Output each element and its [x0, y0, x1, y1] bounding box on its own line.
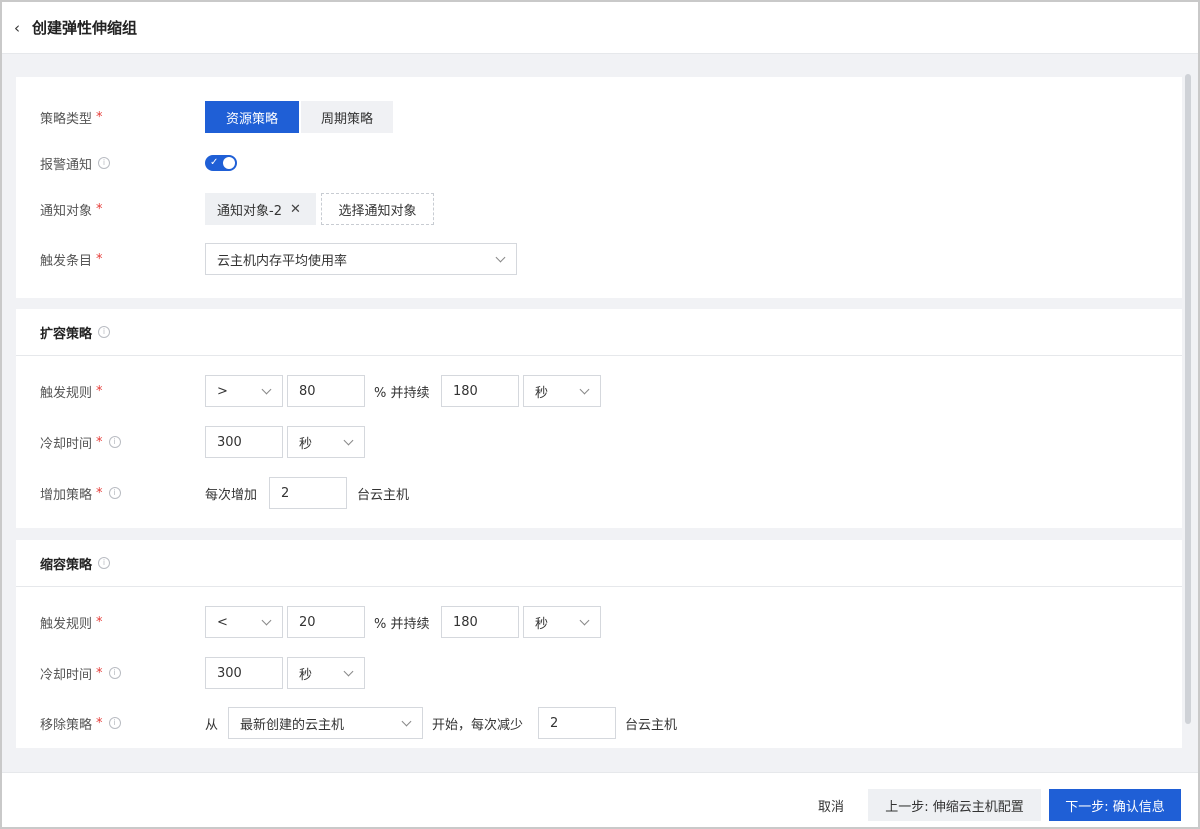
- add-policy-count-input[interactable]: 2: [269, 477, 347, 509]
- info-icon: i: [98, 557, 111, 569]
- chevron-left-icon[interactable]: ‹: [14, 19, 30, 37]
- scale-out-cooldown-label: 冷却时间 * i: [40, 426, 121, 458]
- footer-bar: 取消 上一步: 伸缩云主机配置 下一步: 确认信息: [2, 772, 1198, 827]
- info-icon: i: [98, 157, 111, 169]
- unit-text: % 并持续: [374, 385, 430, 401]
- trigger-item-select[interactable]: 云主机内存平均使用率: [205, 243, 517, 275]
- alert-notify-label: 报警通知 i: [40, 147, 111, 179]
- basic-settings-card: 策略类型 * 资源策略 周期策略 报警通知 i ✓ 通知对象 * 通知对象-2 ✕ 选…: [16, 77, 1182, 298]
- select-notify-target-button[interactable]: 选择通知对象: [321, 193, 434, 225]
- select-value: >: [217, 383, 228, 399]
- chevron-down-icon: [343, 666, 354, 677]
- next-step-button[interactable]: 下一步: 确认信息: [1049, 789, 1181, 821]
- scale-in-cooldown-input[interactable]: 300: [205, 657, 283, 689]
- chevron-down-icon: [579, 615, 590, 626]
- page-header: ‹ 创建弹性伸缩组: [2, 2, 1198, 54]
- chevron-down-icon: [495, 252, 506, 263]
- notify-target-tag: 通知对象-2 ✕: [205, 193, 316, 225]
- tag-label: 通知对象-2: [217, 203, 282, 219]
- scale-out-operator-select[interactable]: >: [205, 375, 283, 407]
- remove-policy-prefix: 从: [205, 717, 219, 733]
- alert-notify-toggle[interactable]: ✓: [205, 155, 237, 171]
- page-title: 创建弹性伸缩组: [32, 19, 138, 37]
- select-value: 秒: [535, 385, 549, 401]
- select-value: 秒: [299, 667, 313, 683]
- scale-in-duration-input[interactable]: 180: [441, 606, 519, 638]
- info-icon: i: [108, 717, 121, 729]
- info-icon: i: [108, 436, 121, 448]
- remove-policy-label: 移除策略 * i: [40, 707, 121, 739]
- scale-in-title: 缩容策略 i: [16, 540, 1182, 587]
- remove-policy-source-select[interactable]: 最新创建的云主机: [228, 707, 423, 739]
- cancel-button[interactable]: 取消: [818, 789, 844, 821]
- scale-in-trigger-label: 触发规则 *: [40, 614, 103, 632]
- scale-out-threshold-input[interactable]: 80: [287, 375, 365, 407]
- select-value: 秒: [535, 616, 549, 632]
- chevron-down-icon: [261, 615, 272, 626]
- prev-step-button[interactable]: 上一步: 伸缩云主机配置: [868, 789, 1041, 821]
- scale-in-cooldown-label: 冷却时间 * i: [40, 657, 121, 689]
- check-icon: ✓: [210, 157, 219, 168]
- scale-in-card: 缩容策略 i 触发规则 * < 20 % 并持续 180 秒 冷却时间 * i 300 …: [16, 540, 1182, 748]
- scale-out-duration-input[interactable]: 180: [441, 375, 519, 407]
- scale-in-duration-unit-select[interactable]: 秒: [523, 606, 601, 638]
- add-policy-label: 增加策略 * i: [40, 477, 121, 509]
- scale-in-threshold-input[interactable]: 20: [287, 606, 365, 638]
- select-value: <: [217, 614, 228, 630]
- scale-in-operator-select[interactable]: <: [205, 606, 283, 638]
- add-policy-suffix: 台云主机: [357, 487, 410, 503]
- add-policy-prefix: 每次增加: [205, 487, 258, 503]
- remove-policy-middle: 开始，每次减少: [432, 717, 524, 733]
- close-icon[interactable]: ✕: [290, 202, 301, 217]
- select-value: 秒: [299, 436, 313, 452]
- info-icon: i: [108, 487, 121, 499]
- scrollbar[interactable]: [1185, 74, 1191, 724]
- info-icon: i: [108, 667, 121, 679]
- chevron-down-icon: [261, 384, 272, 395]
- strategy-type-resource-button[interactable]: 资源策略: [205, 101, 299, 133]
- strategy-type-periodic-button[interactable]: 周期策略: [301, 101, 393, 133]
- remove-policy-count-input[interactable]: 2: [538, 707, 616, 739]
- trigger-item-label: 触发条目 *: [40, 251, 103, 269]
- strategy-type-label: 策略类型 *: [40, 109, 103, 127]
- chevron-down-icon: [401, 716, 412, 727]
- scale-out-duration-unit-select[interactable]: 秒: [523, 375, 601, 407]
- toggle-knob: [223, 157, 235, 169]
- scale-out-cooldown-input[interactable]: 300: [205, 426, 283, 458]
- scale-out-trigger-label: 触发规则 *: [40, 383, 103, 401]
- select-value: 云主机内存平均使用率: [217, 253, 348, 269]
- scale-out-cooldown-unit-select[interactable]: 秒: [287, 426, 365, 458]
- select-value: 最新创建的云主机: [240, 717, 345, 733]
- scale-in-cooldown-unit-select[interactable]: 秒: [287, 657, 365, 689]
- unit-text: % 并持续: [374, 616, 430, 632]
- info-icon: i: [98, 326, 111, 338]
- chevron-down-icon: [579, 384, 590, 395]
- chevron-down-icon: [343, 435, 354, 446]
- scale-out-card: 扩容策略 i 触发规则 * > 80 % 并持续 180 秒 冷却时间 * i 300 …: [16, 309, 1182, 528]
- scale-out-title: 扩容策略 i: [16, 309, 1182, 356]
- remove-policy-suffix: 台云主机: [625, 717, 678, 733]
- notify-target-label: 通知对象 *: [40, 201, 103, 219]
- page-frame: ‹ 创建弹性伸缩组 策略类型 * 资源策略 周期策略 报警通知 i ✓ 通知对象 * …: [2, 2, 1198, 827]
